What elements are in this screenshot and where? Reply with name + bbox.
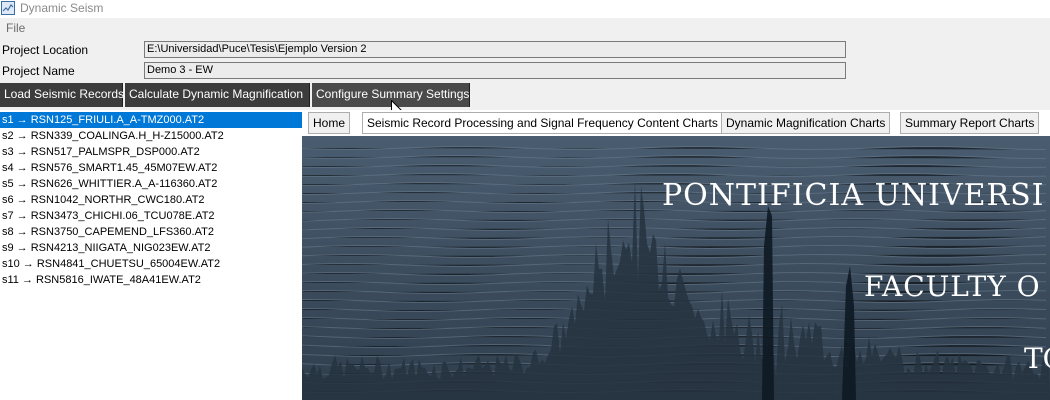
menu-bar: File — [0, 19, 1050, 37]
calculate-dynamic-magnification-button[interactable]: Calculate Dynamic Magnification — [125, 83, 310, 107]
app-icon — [1, 1, 15, 15]
list-item[interactable]: s4 → RSN576_SMART1.45_45M07EW.AT2 — [0, 160, 302, 176]
list-item[interactable]: s6 → RSN1042_NORTHR_CWC180.AT2 — [0, 192, 302, 208]
banner-line-2: FACULTY O — [864, 270, 1041, 303]
tab-dynamic-magnification-charts[interactable]: Dynamic Magnification Charts — [721, 112, 891, 134]
list-item[interactable]: s9 → RSN4213_NIIGATA_NIG023EW.AT2 — [0, 240, 302, 256]
project-location-field[interactable]: E:\Universidad\Puce\Tesis\Ejemplo Versio… — [144, 41, 846, 58]
list-item[interactable]: s8 → RSN3750_CAPEMEND_LFS360.AT2 — [0, 224, 302, 240]
seismic-waveform-graphic — [302, 136, 1050, 400]
list-item[interactable]: s2 → RSN339_COALINGA.H_H-Z15000.AT2 — [0, 128, 302, 144]
title-bar: Dynamic Seism — [0, 0, 1050, 18]
banner-line-1: PONTIFICIA UNIVERSI — [662, 178, 1045, 213]
menu-file[interactable]: File — [6, 21, 25, 35]
list-item[interactable]: s5 → RSN626_WHITTIER.A_A-116360.AT2 — [0, 176, 302, 192]
project-name-label: Project Name — [2, 64, 75, 78]
tab-summary-report-charts[interactable]: Summary Report Charts — [900, 112, 1040, 134]
list-item[interactable]: s10 → RSN4841_CHUETSU_65004EW.AT2 — [0, 256, 302, 272]
tab-home[interactable]: Home — [308, 112, 351, 134]
list-item[interactable]: s11 → RSN5816_IWATE_48A41EW.AT2 — [0, 272, 302, 288]
list-item[interactable]: s3 → RSN517_PALMSPR_DSP000.AT2 — [0, 144, 302, 160]
list-item[interactable]: s7 → RSN3473_CHICHI.06_TCU078E.AT2 — [0, 208, 302, 224]
project-location-label: Project Location — [2, 43, 89, 57]
window-title: Dynamic Seism — [20, 1, 104, 15]
list-item[interactable]: s1 → RSN125_FRIULI.A_A-TMZ000.AT2 — [0, 112, 302, 128]
load-seismic-records-button[interactable]: Load Seismic Records — [0, 83, 124, 107]
tab-seismic-record-processing[interactable]: Seismic Record Processing and Signal Fre… — [362, 112, 723, 134]
banner-line-3: TC — [1024, 342, 1050, 375]
seismic-records-list[interactable]: s1 → RSN125_FRIULI.A_A-TMZ000.AT2 s2 → R… — [0, 110, 302, 400]
tab-bar: Home Seismic Record Processing and Signa… — [302, 110, 1050, 136]
home-banner-image: PONTIFICIA UNIVERSI FACULTY O TC — [302, 136, 1050, 400]
project-name-field[interactable]: Demo 3 - EW — [144, 62, 846, 79]
